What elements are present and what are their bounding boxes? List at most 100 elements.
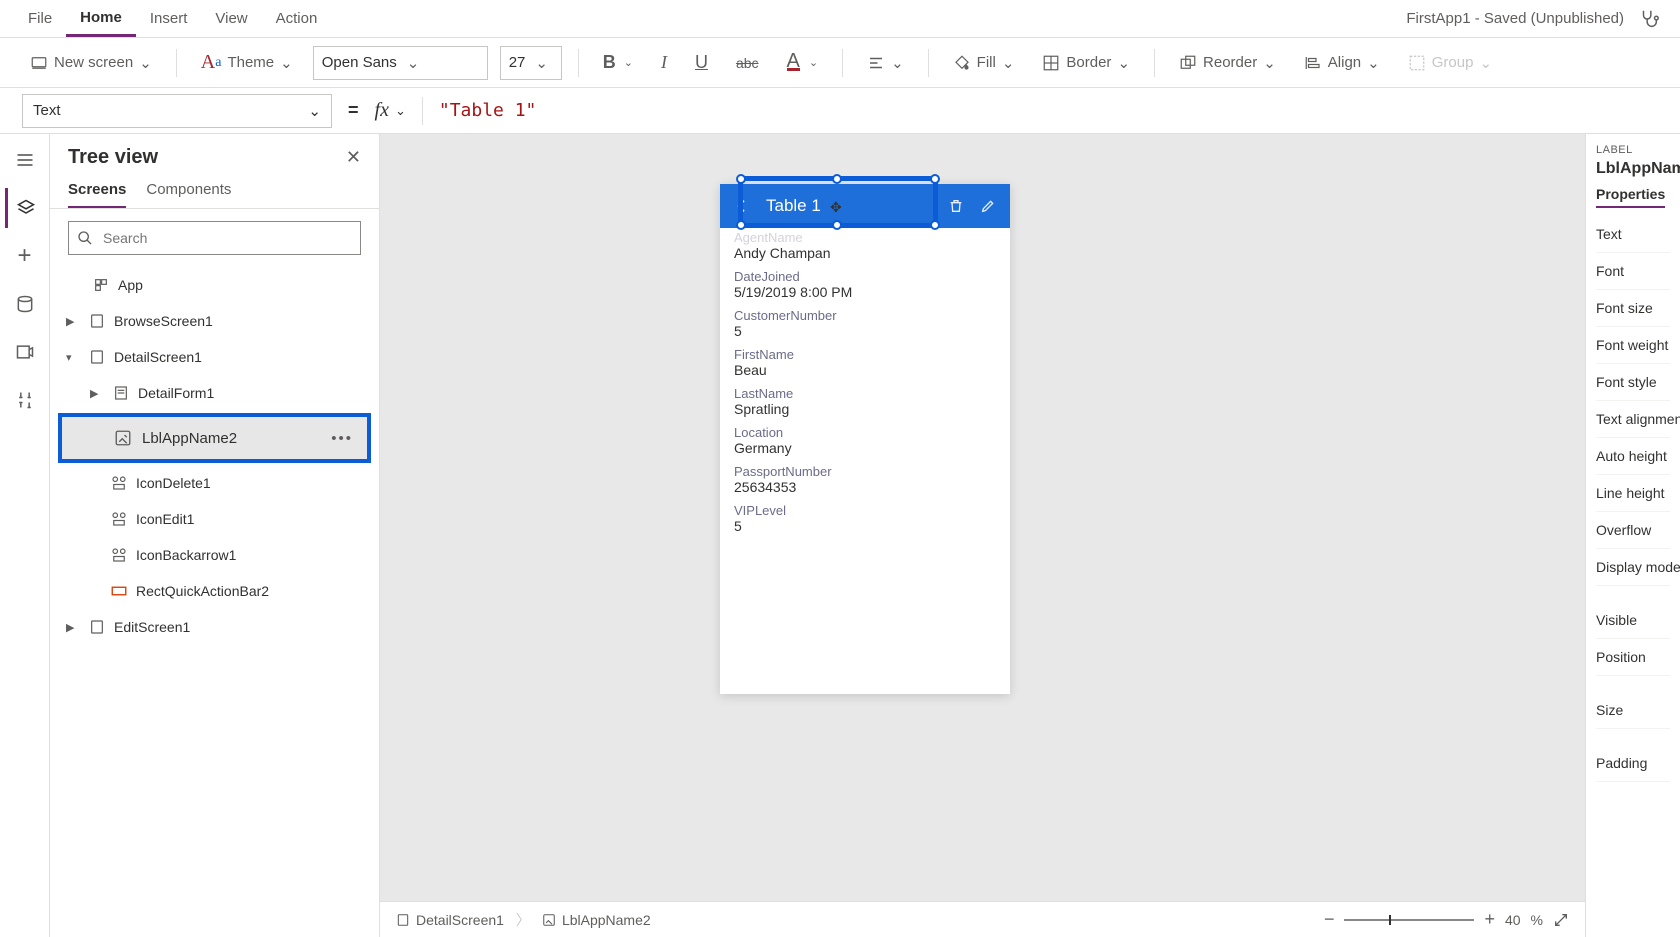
chevron-down-icon: ⌄ <box>535 54 548 72</box>
app-icon <box>92 277 110 293</box>
data-icon[interactable] <box>5 284 45 324</box>
search-input[interactable] <box>101 229 352 247</box>
delete-icon[interactable] <box>944 198 968 214</box>
menu-action[interactable]: Action <box>262 2 332 35</box>
prop-row[interactable]: Font <box>1596 253 1670 290</box>
menubar: File Home Insert View Action FirstApp1 -… <box>0 0 1680 38</box>
field-value: 5 <box>734 518 996 534</box>
formula-input[interactable]: "Table 1" <box>439 100 537 121</box>
stethoscope-icon[interactable] <box>1632 8 1666 30</box>
chevron-down-icon: ⌄ <box>280 54 293 72</box>
zoom-out-button[interactable]: − <box>1324 909 1335 930</box>
tree-search-box[interactable] <box>68 221 361 255</box>
more-icon[interactable]: ••• <box>331 430 353 447</box>
tree-node-screen[interactable]: ▶ BrowseScreen1 <box>58 303 371 339</box>
font-family-combo[interactable]: Open Sans ⌄ <box>313 46 488 80</box>
italic-button[interactable]: I <box>653 48 675 77</box>
zoom-in-button[interactable]: + <box>1484 909 1495 930</box>
prop-row[interactable]: Font style <box>1596 364 1670 401</box>
font-color-button[interactable]: A⌄ <box>779 50 827 75</box>
menu-file[interactable]: File <box>14 2 66 35</box>
resize-handle[interactable] <box>832 174 842 184</box>
close-icon[interactable]: ✕ <box>346 147 361 168</box>
bold-button[interactable]: B⌄ <box>595 48 641 77</box>
chevron-down-icon: ⌄ <box>308 102 321 120</box>
field-value: Andy Champan <box>734 245 996 261</box>
prop-row[interactable]: Visible <box>1596 602 1670 639</box>
preview-title[interactable]: Table 1 <box>762 196 936 216</box>
field-value: 25634353 <box>734 479 996 495</box>
chevron-down-icon[interactable]: ▾ <box>66 351 80 364</box>
chevron-down-icon: ⌄ <box>395 103 406 119</box>
hamburger-icon[interactable] <box>5 140 45 180</box>
strikethrough-button[interactable]: abc <box>728 51 767 75</box>
back-icon[interactable] <box>730 198 754 214</box>
props-control-name[interactable]: LblAppName2 <box>1596 160 1670 178</box>
prop-row[interactable]: Position <box>1596 639 1670 676</box>
insert-icon[interactable]: + <box>5 236 45 276</box>
prop-row[interactable]: Font size <box>1596 290 1670 327</box>
tree-view-icon[interactable] <box>5 188 45 228</box>
prop-row[interactable]: Font weight <box>1596 327 1670 364</box>
align-button[interactable]: Align ⌄ <box>1296 50 1388 76</box>
text-align-button[interactable]: ⌄ <box>859 50 912 76</box>
tree-node-icon[interactable]: IconDelete1 <box>58 465 371 501</box>
tree-label: App <box>118 277 143 293</box>
tree-node-screen[interactable]: ▶ EditScreen1 <box>58 609 371 645</box>
canvas-footer: DetailScreen1 〉 LblAppName2 − + 40 % <box>380 901 1585 937</box>
chevron-down-icon: ⌄ <box>139 54 152 72</box>
tab-screens[interactable]: Screens <box>68 181 126 208</box>
fill-button[interactable]: Fill ⌄ <box>945 50 1023 76</box>
tree-label: DetailForm1 <box>138 385 214 401</box>
search-icon <box>77 230 93 246</box>
menu-insert[interactable]: Insert <box>136 2 202 35</box>
app-preview[interactable]: Table 1 AgentName Andy Champan DateJoine… <box>720 184 1010 694</box>
tree-node-app[interactable]: App <box>58 267 371 303</box>
prop-row[interactable]: Auto height <box>1596 438 1670 475</box>
tab-properties[interactable]: Properties <box>1596 186 1665 208</box>
tools-icon[interactable] <box>5 380 45 420</box>
theme-button[interactable]: Aa Theme ⌄ <box>193 47 301 78</box>
media-icon[interactable] <box>5 332 45 372</box>
prop-row[interactable]: Line height <box>1596 475 1670 512</box>
tree-node-selected[interactable]: LblAppName2 ••• <box>58 413 371 463</box>
zoom-slider[interactable] <box>1344 919 1474 921</box>
prop-row[interactable]: Overflow <box>1596 512 1670 549</box>
resize-handle[interactable] <box>736 174 746 184</box>
underline-button[interactable]: U <box>687 48 716 77</box>
tree-label: BrowseScreen1 <box>114 313 213 329</box>
prop-row[interactable]: Display mode <box>1596 549 1670 586</box>
fit-screen-icon[interactable] <box>1553 912 1569 928</box>
tree-label: LblAppName2 <box>142 430 237 447</box>
prop-row[interactable]: Padding <box>1596 745 1670 782</box>
tree-node-screen[interactable]: ▾ DetailScreen1 <box>58 339 371 375</box>
tree-node-icon[interactable]: IconEdit1 <box>58 501 371 537</box>
resize-handle[interactable] <box>930 174 940 184</box>
prop-row[interactable]: Text <box>1596 216 1670 253</box>
canvas[interactable]: Table 1 AgentName Andy Champan DateJoine… <box>380 134 1585 937</box>
chevron-right-icon[interactable]: ▶ <box>90 387 104 400</box>
menu-home[interactable]: Home <box>66 1 136 37</box>
tree-label: RectQuickActionBar2 <box>136 583 269 599</box>
prop-row[interactable]: Size <box>1596 692 1670 729</box>
group-button[interactable]: Group ⌄ <box>1400 50 1500 76</box>
field-label: LastName <box>734 386 996 401</box>
menu-view[interactable]: View <box>201 2 261 35</box>
reorder-button[interactable]: Reorder ⌄ <box>1171 50 1284 76</box>
edit-icon[interactable] <box>976 198 1000 214</box>
border-button[interactable]: Border ⌄ <box>1034 50 1138 76</box>
breadcrumb-screen[interactable]: DetailScreen1 <box>396 912 504 928</box>
fx-button[interactable]: fx ⌄ <box>375 99 406 122</box>
tree-node-rect[interactable]: RectQuickActionBar2 <box>58 573 371 609</box>
property-combo[interactable]: Text ⌄ <box>22 94 332 128</box>
breadcrumb-control[interactable]: LblAppName2 <box>542 912 651 928</box>
chevron-right-icon[interactable]: ▶ <box>66 315 80 328</box>
tree-node-icon[interactable]: IconBackarrow1 <box>58 537 371 573</box>
chevron-right-icon[interactable]: ▶ <box>66 621 80 634</box>
font-size-combo[interactable]: 27 ⌄ <box>500 46 562 80</box>
tree-node-form[interactable]: ▶ DetailForm1 <box>58 375 371 411</box>
new-screen-button[interactable]: New screen ⌄ <box>22 50 160 76</box>
tab-components[interactable]: Components <box>146 181 231 208</box>
breadcrumb-label: DetailScreen1 <box>416 912 504 928</box>
prop-row[interactable]: Text alignment <box>1596 401 1670 438</box>
